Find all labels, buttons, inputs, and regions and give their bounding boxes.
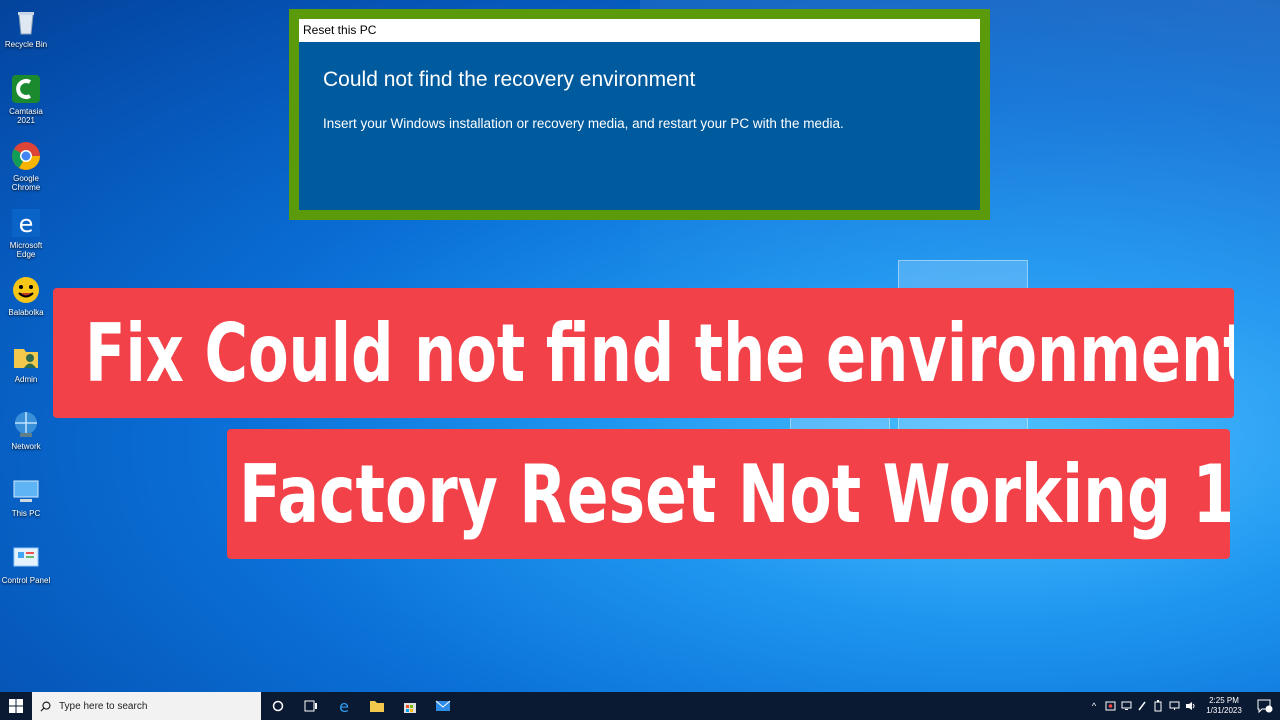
reset-pc-dialog: Reset this PC Could not find the recover… — [289, 9, 990, 220]
banner-text: Fix Could not find the environment | — [85, 306, 1234, 400]
taskbar-clock[interactable]: 2:25 PM 1/31/2023 — [1198, 696, 1250, 716]
taskbar: Type here to search e ^ 2:25 PM 1/31/202… — [0, 692, 1280, 720]
desktop-icon-network[interactable]: Network — [0, 404, 52, 471]
taskbar-file-explorer-button[interactable] — [360, 692, 393, 720]
desktop-icon-label: Control Panel — [1, 576, 51, 585]
desktop-icon-label: Recycle Bin — [4, 40, 48, 49]
battery-icon[interactable] — [1150, 692, 1166, 720]
desktop-icon-label: This PC — [11, 509, 41, 518]
title-banner-line-2: Factory Reset Not Working 11/10 — [227, 429, 1230, 559]
folder-icon — [369, 701, 384, 712]
notification-icon — [1257, 699, 1273, 713]
network-globe-icon — [10, 408, 42, 440]
camtasia-icon — [10, 73, 42, 105]
svg-text:e: e — [339, 698, 349, 714]
clock-time: 2:25 PM — [1209, 696, 1239, 705]
chrome-icon — [10, 140, 42, 172]
search-icon — [40, 701, 51, 712]
windows-logo-icon — [9, 699, 23, 713]
user-folder-icon — [10, 341, 42, 373]
edge-icon: e — [10, 207, 42, 239]
dialog-heading: Could not find the recovery environment — [323, 68, 696, 91]
action-center-button[interactable] — [1250, 692, 1280, 720]
desktop-icon-label: Camtasia 2021 — [9, 107, 43, 125]
task-view-icon — [304, 700, 317, 712]
desktop-icon-this-pc[interactable]: This PC — [0, 471, 52, 538]
volume-icon[interactable] — [1182, 692, 1198, 720]
taskbar-store-button[interactable] — [393, 692, 426, 720]
desktop-icon-recycle-bin[interactable]: Recycle Bin — [0, 2, 52, 69]
desktop-icon-camtasia[interactable]: Camtasia 2021 — [0, 69, 52, 136]
desktop-icon-chrome[interactable]: Google Chrome — [0, 136, 52, 203]
desktop-icon-label: Google Chrome — [11, 174, 41, 192]
banner-text: Factory Reset Not Working 11/10 — [239, 447, 1230, 541]
balabolka-icon — [10, 274, 42, 306]
desktop-icons: Recycle Bin Camtasia 2021 Google Chrome … — [0, 2, 52, 605]
pen-icon[interactable] — [1134, 692, 1150, 720]
svg-text:e: e — [19, 210, 34, 238]
desktop-icon-label: Network — [11, 442, 41, 451]
task-view-button[interactable] — [294, 692, 327, 720]
computer-icon — [10, 475, 42, 507]
recycle-bin-icon — [10, 6, 42, 38]
start-button[interactable] — [0, 692, 32, 720]
desktop-icon-control-panel[interactable]: Control Panel — [0, 538, 52, 605]
desktop-icon-label: Balabolka — [8, 308, 44, 317]
display-icon[interactable] — [1118, 692, 1134, 720]
desktop-icon-edge[interactable]: e Microsoft Edge — [0, 203, 52, 270]
system-tray: ^ 2:25 PM 1/31/2023 — [1086, 692, 1280, 720]
desktop-icon-label: Microsoft Edge — [9, 241, 43, 259]
recording-icon[interactable] — [1102, 692, 1118, 720]
network-icon[interactable] — [1166, 692, 1182, 720]
taskbar-search-box[interactable]: Type here to search — [32, 692, 261, 720]
taskbar-edge-button[interactable]: e — [327, 692, 360, 720]
search-placeholder: Type here to search — [59, 700, 148, 712]
taskbar-mail-button[interactable] — [426, 692, 459, 720]
dialog-message: Insert your Windows installation or reco… — [323, 116, 844, 131]
cortana-circle-icon — [272, 700, 283, 712]
control-panel-icon — [10, 542, 42, 574]
edge-icon: e — [339, 698, 349, 714]
desktop-icon-label: Admin — [14, 375, 38, 384]
store-bag-icon — [403, 703, 416, 713]
cortana-button[interactable] — [261, 692, 294, 720]
desktop-icon-balabolka[interactable]: Balabolka — [0, 270, 52, 337]
title-banner-line-1: Fix Could not find the environment | — [53, 288, 1234, 418]
clock-date: 1/31/2023 — [1206, 706, 1242, 715]
desktop-icon-admin[interactable]: Admin — [0, 337, 52, 404]
mail-icon — [435, 700, 450, 711]
chevron-up-icon[interactable]: ^ — [1086, 692, 1102, 720]
dialog-title-bar[interactable]: Reset this PC — [299, 19, 980, 42]
